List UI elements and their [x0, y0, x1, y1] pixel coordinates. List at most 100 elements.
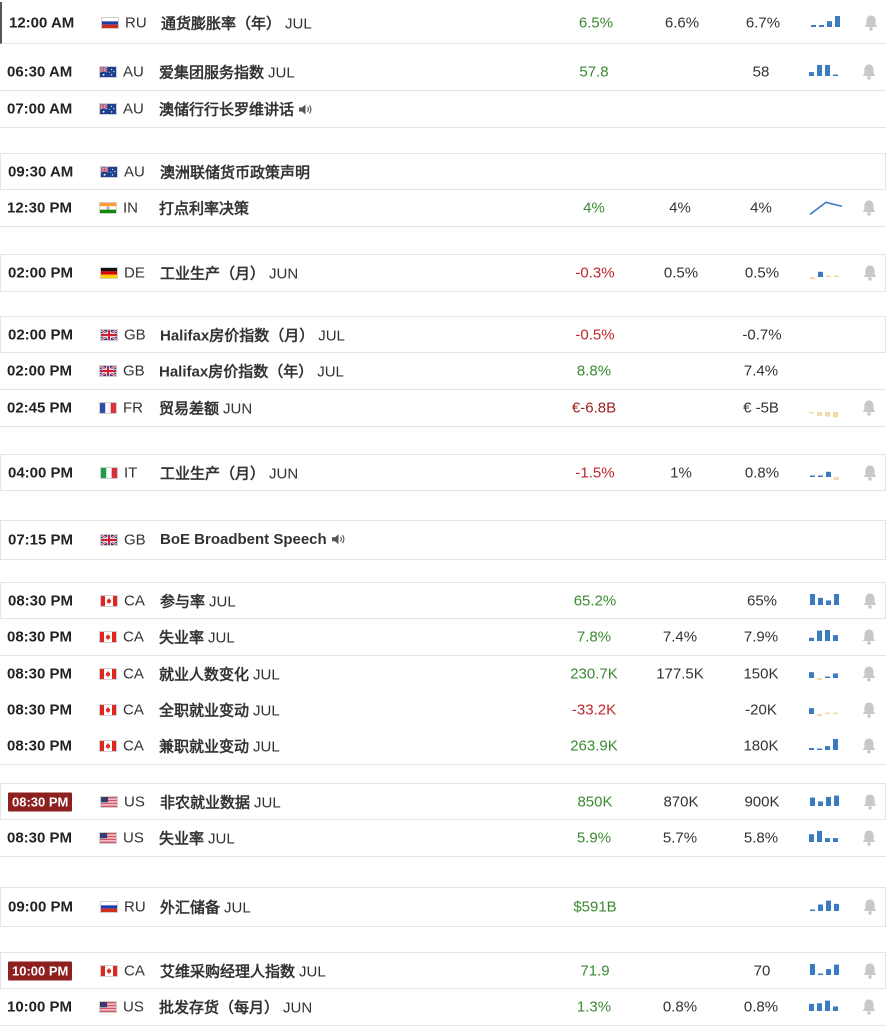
bell-icon[interactable] [862, 962, 878, 980]
calendar-row[interactable]: 08:30 PM CA 就业人数变化 JUL 230.7K 177.5K 150K [0, 656, 886, 693]
event-time: 09:00 PM [8, 898, 74, 916]
bell-icon[interactable] [861, 737, 877, 755]
event-title[interactable]: 参与率 JUL [160, 590, 236, 611]
event-title[interactable]: 失业率 JUL [159, 627, 235, 648]
spark-bar [826, 900, 831, 911]
history-sparkline[interactable] [807, 960, 847, 982]
actual-value: 263.9K [570, 737, 618, 755]
actual-value: 850K [577, 793, 613, 810]
calendar-row[interactable]: 09:00 PM RU 外汇储备 JUL $591B [0, 887, 886, 927]
event-title[interactable]: 贸易差额 JUN [159, 398, 252, 419]
bell-icon[interactable] [863, 14, 879, 32]
calendar-row[interactable]: 07:00 AM AU 澳储行行长罗维讲话 [0, 91, 886, 128]
calendar-row[interactable]: 08:30 PM US 失业率 JUL 5.9% 5.7% 5.8% [0, 820, 886, 857]
calendar-row[interactable]: 10:00 PM US 批发存货（每月） JUN 1.3% 0.8% 0.8% [0, 989, 886, 1026]
bell-icon[interactable] [862, 793, 878, 811]
history-sparkline[interactable] [806, 996, 846, 1018]
country-code: GB [124, 531, 146, 549]
spark-bar [818, 475, 823, 477]
bell-icon[interactable] [861, 199, 877, 217]
history-sparkline[interactable] [806, 626, 846, 648]
ca-flag-icon [99, 704, 117, 716]
bell-icon[interactable] [861, 998, 877, 1016]
calendar-row[interactable]: 02:00 PM DE 工业生产（月） JUN -0.3% 0.5% 0.5% [0, 254, 886, 292]
event-title[interactable]: 批发存货（每月） JUN [159, 997, 312, 1018]
event-title[interactable]: 兼职就业变动 JUL [159, 736, 280, 757]
de-flag-icon [100, 267, 118, 279]
gb-flag-icon [100, 328, 118, 341]
event-title[interactable]: 工业生产（月） JUN [160, 462, 298, 483]
event-title[interactable]: Halifax房价指数（年） JUL [159, 361, 344, 382]
calendar-row[interactable]: 02:00 PM GB Halifax房价指数（月） JUL -0.5% -0.7% [0, 316, 886, 353]
event-period: JUN [223, 400, 253, 418]
calendar-row[interactable]: 04:00 PM IT 工业生产（月） JUN -1.5% 1% 0.8% [0, 454, 886, 491]
event-name: 贸易差额 [159, 400, 220, 418]
history-sparkline[interactable] [806, 735, 846, 757]
calendar-row[interactable]: 08:30 PM CA 参与率 JUL 65.2% 65% [0, 582, 886, 619]
calendar-row[interactable]: 06:30 AM AU 爱集团服务指数 JUL 57.8 58 [0, 53, 886, 91]
country-code: CA [123, 665, 144, 683]
history-sparkline[interactable] [806, 397, 846, 419]
bell-icon[interactable] [861, 665, 877, 683]
calendar-row[interactable]: 02:00 PM GB Halifax房价指数（年） JUL 8.8% 7.4% [0, 353, 886, 390]
calendar-row[interactable]: 12:30 PM IN 打点利率决策 4% 4% 4% [0, 190, 886, 227]
history-sparkline[interactable] [806, 663, 846, 685]
history-sparkline[interactable] [808, 12, 848, 34]
calendar-row[interactable]: 08:30 PM CA 失业率 JUL 7.8% 7.4% 7.9% [0, 619, 886, 656]
actual-value: -1.5% [575, 464, 615, 481]
history-sparkline[interactable] [806, 827, 846, 849]
bell-icon[interactable] [862, 898, 878, 916]
calendar-row[interactable]: 02:45 PM FR 贸易差额 JUN €-6.8B € -5B [0, 390, 886, 427]
history-sparkline[interactable] [807, 791, 847, 813]
event-title[interactable]: 艾维采购经理人指数 JUL [160, 960, 326, 981]
event-title[interactable]: Halifax房价指数（月） JUL [160, 324, 345, 345]
spark-bar [825, 712, 830, 714]
bell-icon[interactable] [862, 592, 878, 610]
history-sparkline[interactable] [806, 197, 846, 219]
event-title[interactable]: 外汇储备 JUL [160, 897, 251, 918]
calendar-row[interactable]: 07:15 PM GB BoE Broadbent Speech [0, 520, 886, 560]
history-sparkline[interactable] [807, 462, 847, 484]
previous-value: -0.7% [742, 326, 782, 343]
bell-icon[interactable] [861, 829, 877, 847]
ru-flag-icon [101, 16, 119, 29]
event-title[interactable]: 澳洲联储货币政策声明 [160, 161, 310, 182]
calendar-row[interactable]: 08:30 PM CA 兼职就业变动 JUL 263.9K 180K [0, 728, 886, 765]
calendar-row[interactable]: 08:30 PM US 非农就业数据 JUL 850K 870K 900K [0, 783, 886, 820]
calendar-row[interactable]: 12:00 AM RU 通货膨胀率（年） JUL 6.5% 6.6% 6.7% [0, 2, 886, 44]
bell-icon[interactable] [861, 701, 877, 719]
event-title[interactable]: 工业生产（月） JUN [160, 263, 298, 284]
bell-icon[interactable] [861, 628, 877, 646]
history-sparkline[interactable] [807, 896, 847, 918]
history-sparkline[interactable] [806, 61, 846, 83]
calendar-row[interactable]: 10:00 PM CA 艾维采购经理人指数 JUL 71.9 70 [0, 952, 886, 989]
country-code: CA [123, 737, 144, 755]
us-flag-icon [99, 1001, 117, 1013]
event-title[interactable]: 澳储行行长罗维讲话 [159, 99, 314, 120]
actual-value: 8.8% [576, 362, 612, 380]
history-sparkline[interactable] [806, 699, 846, 721]
event-title[interactable]: 就业人数变化 JUL [159, 664, 280, 685]
event-title[interactable]: 通货膨胀率（年） JUL [161, 12, 312, 33]
event-time: 08:30 PM [7, 701, 73, 719]
bell-icon[interactable] [862, 264, 878, 282]
spark-bar [833, 712, 838, 714]
event-title[interactable]: 全职就业变动 JUL [159, 700, 280, 721]
event-title[interactable]: 爱集团服务指数 JUL [159, 61, 295, 82]
event-time: 07:15 PM [8, 531, 74, 549]
bell-icon[interactable] [861, 63, 877, 81]
bell-icon[interactable] [862, 464, 878, 482]
it-flag-icon [100, 466, 118, 479]
calendar-row[interactable]: 08:30 PM CA 全职就业变动 JUL -33.2K -20K [0, 692, 886, 729]
calendar-row[interactable]: 09:30 AM AU 澳洲联储货币政策声明 [0, 153, 886, 190]
forecast-value: 177.5K [656, 665, 704, 683]
event-title[interactable]: 失业率 JUL [159, 828, 235, 849]
history-sparkline[interactable] [807, 590, 847, 612]
event-name: 艾维采购经理人指数 [160, 963, 296, 980]
history-sparkline[interactable] [807, 262, 847, 284]
country-code: DE [124, 264, 145, 282]
event-title[interactable]: BoE Broadbent Speech [160, 531, 347, 549]
event-title[interactable]: 打点利率决策 [159, 198, 249, 219]
event-title[interactable]: 非农就业数据 JUL [160, 791, 281, 812]
bell-icon[interactable] [861, 399, 877, 417]
